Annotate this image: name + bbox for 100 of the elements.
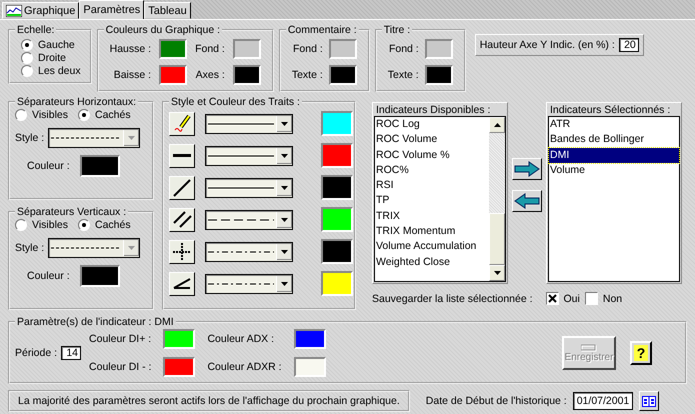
group-title: Commentaire : xyxy=(288,24,357,36)
radio-option[interactable]: Droite xyxy=(21,52,81,64)
calendar-icon xyxy=(642,396,656,406)
field-label: Couleur ADX : xyxy=(207,333,276,345)
color-swatch[interactable] xyxy=(294,329,326,349)
color-swatch[interactable] xyxy=(321,175,353,200)
color-swatch[interactable] xyxy=(328,65,357,85)
scroll-up-button[interactable] xyxy=(489,117,505,133)
radio-option[interactable]: Les deux xyxy=(21,65,81,77)
group-title: Couleurs du Graphique : xyxy=(106,24,220,36)
line-style-dropdown[interactable] xyxy=(205,146,293,166)
list-item[interactable]: ROC Log xyxy=(375,117,489,132)
pen-icon xyxy=(174,115,190,132)
line-tool-button[interactable] xyxy=(169,208,195,232)
list-item[interactable]: TRIX xyxy=(375,208,489,224)
list-item[interactable]: Volume xyxy=(549,162,679,178)
field-label: Date de Début de l'historique : xyxy=(426,395,567,407)
color-swatch[interactable] xyxy=(321,143,353,168)
list-item[interactable]: ATR xyxy=(549,117,679,132)
remove-button[interactable] xyxy=(512,190,542,212)
color-swatch[interactable] xyxy=(232,39,261,59)
line-tool-button[interactable] xyxy=(169,112,195,136)
list-header: Indicateurs Sélectionnés : xyxy=(548,104,680,116)
color-swatch[interactable] xyxy=(163,357,196,377)
line-tool-button[interactable] xyxy=(169,240,195,264)
color-swatch[interactable] xyxy=(328,39,357,59)
checkbox[interactable] xyxy=(584,292,598,305)
input-field[interactable]: 14 xyxy=(61,346,82,360)
color-swatch[interactable] xyxy=(321,239,353,264)
list-item[interactable]: Volume Accumulation xyxy=(375,239,489,255)
list-header: Indicateurs Disponibles : xyxy=(374,104,506,116)
field-label: Couleur : xyxy=(27,160,70,172)
radio-button[interactable] xyxy=(21,52,33,64)
line-tool-button[interactable] xyxy=(169,144,195,168)
tab[interactable]: Tableau xyxy=(144,2,191,19)
list-item[interactable]: ROC Volume xyxy=(375,132,489,148)
list-item[interactable]: RSI xyxy=(375,178,489,194)
field-label: Couleur ADXR : xyxy=(207,361,282,373)
line-style-dropdown[interactable] xyxy=(205,178,293,198)
input-field[interactable]: 20 xyxy=(618,38,639,52)
tab[interactable]: Graphique xyxy=(2,2,80,19)
radio-button[interactable] xyxy=(21,39,33,51)
color-swatch[interactable] xyxy=(321,207,353,232)
line-tool-button[interactable] xyxy=(169,272,195,296)
list-item[interactable]: ROC% xyxy=(375,162,489,178)
line-style-dropdown[interactable] xyxy=(205,274,293,294)
checkbox-label[interactable]: Oui xyxy=(564,292,580,304)
list-item[interactable]: TP xyxy=(375,193,489,209)
group-title: Séparateurs Verticaux : xyxy=(17,206,126,218)
color-swatch[interactable] xyxy=(321,271,353,296)
add-button[interactable] xyxy=(512,158,542,180)
caret-icon xyxy=(128,136,136,140)
help-button[interactable]: ? xyxy=(630,341,652,365)
field-label: Fond : xyxy=(388,43,419,55)
radio-button[interactable] xyxy=(21,65,33,77)
caret-icon xyxy=(494,123,500,127)
radio-option[interactable]: Gauche xyxy=(21,39,81,51)
scrollbar[interactable] xyxy=(489,117,505,281)
color-swatch[interactable] xyxy=(159,39,188,59)
color-swatch[interactable] xyxy=(232,65,261,85)
color-swatch[interactable] xyxy=(424,39,453,59)
list-item[interactable]: DMI xyxy=(549,148,679,163)
field-label: Fond : xyxy=(292,43,323,55)
field-label: Style : xyxy=(15,242,44,254)
list-item[interactable]: TRIX Momentum xyxy=(375,224,489,240)
date-field[interactable]: 01/07/2001 xyxy=(572,392,634,410)
color-swatch[interactable] xyxy=(424,65,453,85)
scroll-thumb[interactable] xyxy=(489,213,505,265)
caret-icon xyxy=(281,154,288,158)
list-item[interactable]: Weighted Close xyxy=(375,254,489,270)
checkbox-label[interactable]: Non xyxy=(602,292,622,304)
line-tool-button[interactable] xyxy=(169,176,195,200)
color-swatch[interactable] xyxy=(321,111,353,136)
caret-icon xyxy=(128,246,136,250)
scroll-down-button[interactable] xyxy=(489,265,505,281)
chart-icon xyxy=(6,4,22,16)
save-icon xyxy=(581,343,597,352)
field-label: Texte : xyxy=(388,69,419,81)
crosshair-icon xyxy=(172,242,192,262)
checkbox[interactable] xyxy=(546,292,559,305)
line-style-dropdown[interactable] xyxy=(205,114,293,134)
line-style-dropdown[interactable] xyxy=(205,242,293,262)
tab[interactable]: Paramètres xyxy=(79,0,144,19)
left-arrow-icon xyxy=(514,193,540,209)
color-swatch[interactable] xyxy=(294,357,326,377)
field-label: Sauvegarder la liste sélectionnée : xyxy=(372,292,533,304)
group-title: Style et Couleur des Traits : xyxy=(171,96,300,108)
angle-icon xyxy=(173,278,191,289)
line-style-dropdown[interactable] xyxy=(205,210,293,230)
field-label: Couleur : xyxy=(27,270,70,282)
list-item[interactable]: ROC Volume % xyxy=(375,148,489,163)
field-label: Fond : xyxy=(195,43,225,55)
caret-icon xyxy=(281,282,288,286)
field-label: Couleur DI - : xyxy=(89,361,152,373)
color-swatch[interactable] xyxy=(163,329,196,349)
group-title: Séparateurs Horizontaux: xyxy=(17,96,136,108)
list-item[interactable]: Bandes de Bollinger xyxy=(549,132,679,148)
color-swatch[interactable] xyxy=(159,65,188,85)
field-label: Style : xyxy=(15,132,44,144)
calendar-button[interactable] xyxy=(639,391,660,411)
